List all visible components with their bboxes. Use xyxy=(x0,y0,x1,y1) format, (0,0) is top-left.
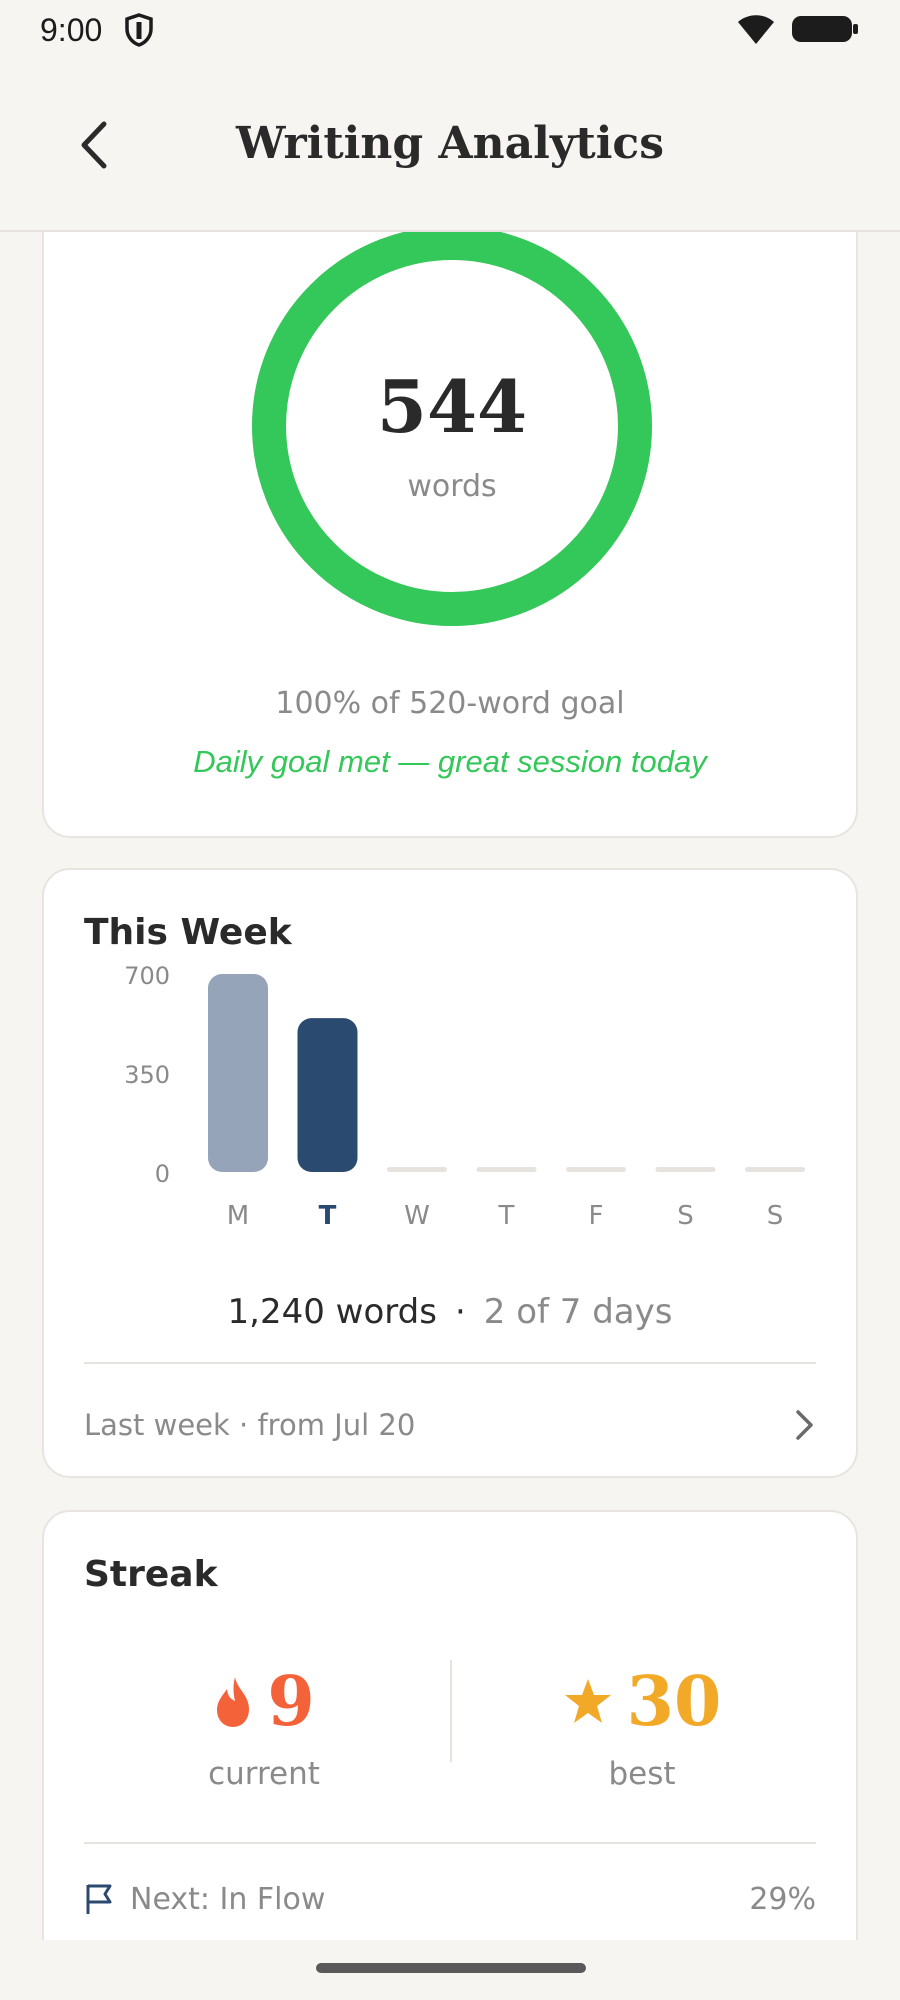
page-title: Writing Analytics xyxy=(236,118,664,169)
shield-icon xyxy=(125,13,154,47)
week-days-count: 2 of 7 days xyxy=(483,1292,673,1332)
daily-goal-card: 544 words 100% of 520-word goal Daily go… xyxy=(42,232,858,838)
last-week-label: Last week · from Jul 20 xyxy=(84,1408,416,1442)
streak-card: Streak 9 current 30 best Next: In Flow 2… xyxy=(42,1510,858,1940)
goal-percent-text: 100% of 520-word goal xyxy=(275,686,625,721)
day-label: M xyxy=(227,1201,249,1231)
streak-heading: Streak xyxy=(84,1554,218,1595)
words-unit-label: words xyxy=(407,469,497,504)
day-label: S xyxy=(767,1201,784,1231)
status-time: 9:00 xyxy=(40,11,103,48)
best-streak-label: best xyxy=(608,1756,676,1792)
goal-progress-ring: 544 words xyxy=(250,232,654,628)
week-total-words: 1,240 words xyxy=(227,1292,437,1332)
words-count: 544 xyxy=(376,364,528,449)
goal-met-message: Daily goal met — great session today xyxy=(193,744,707,779)
y-tick-label: 350 xyxy=(124,1061,170,1089)
week-summary: 1,240 words · 2 of 7 days xyxy=(44,1292,856,1332)
empty-day-bar xyxy=(745,1167,805,1172)
next-milestone-label: Next: In Flow xyxy=(130,1881,326,1917)
empty-day-bar xyxy=(655,1167,716,1172)
empty-day-bar xyxy=(387,1167,447,1172)
streak-row-divider xyxy=(84,1842,816,1844)
day-label: W xyxy=(404,1201,430,1231)
day-label: T xyxy=(319,1201,337,1231)
next-milestone-row: Next: In Flow 29% xyxy=(84,1874,816,1924)
current-streak-label: current xyxy=(208,1756,320,1792)
chevron-right-icon xyxy=(796,1410,813,1440)
day-label: S xyxy=(677,1201,694,1231)
current-streak: 9 current xyxy=(84,1662,444,1792)
flame-icon xyxy=(217,1677,250,1727)
analytics-scroll-area[interactable]: 544 words 100% of 520-word goal Daily go… xyxy=(0,232,900,1940)
streak-divider xyxy=(450,1660,452,1762)
day-label: F xyxy=(589,1201,604,1231)
empty-day-bar xyxy=(476,1167,537,1172)
flag-icon xyxy=(86,1884,112,1914)
day-bar[interactable] xyxy=(297,1018,358,1172)
empty-day-bar xyxy=(566,1167,626,1172)
battery-icon xyxy=(792,16,858,42)
y-tick-label: 700 xyxy=(124,962,170,990)
week-divider xyxy=(84,1362,816,1364)
app-header: Writing Analytics xyxy=(0,60,900,232)
weekly-bar-chart: 700 350 0 M T W T F S S xyxy=(124,962,805,1231)
wifi-icon xyxy=(738,15,774,44)
current-streak-value: 9 xyxy=(267,1662,315,1742)
next-milestone-percent: 29% xyxy=(749,1881,816,1917)
y-tick-label: 0 xyxy=(155,1160,170,1188)
best-streak: 30 best xyxy=(462,1662,822,1792)
status-bar: 9:00 xyxy=(0,0,900,60)
day-label: T xyxy=(498,1201,515,1231)
home-indicator[interactable] xyxy=(316,1963,586,1973)
this-week-card: This Week 700 350 0 M T W T F S S 1,240 words · 2 o… xyxy=(42,868,858,1478)
best-streak-value: 30 xyxy=(626,1662,722,1742)
last-week-link[interactable]: Last week · from Jul 20 xyxy=(84,1400,816,1450)
summary-separator: · xyxy=(454,1292,466,1332)
star-icon xyxy=(564,1679,611,1723)
day-bar[interactable] xyxy=(208,974,268,1172)
